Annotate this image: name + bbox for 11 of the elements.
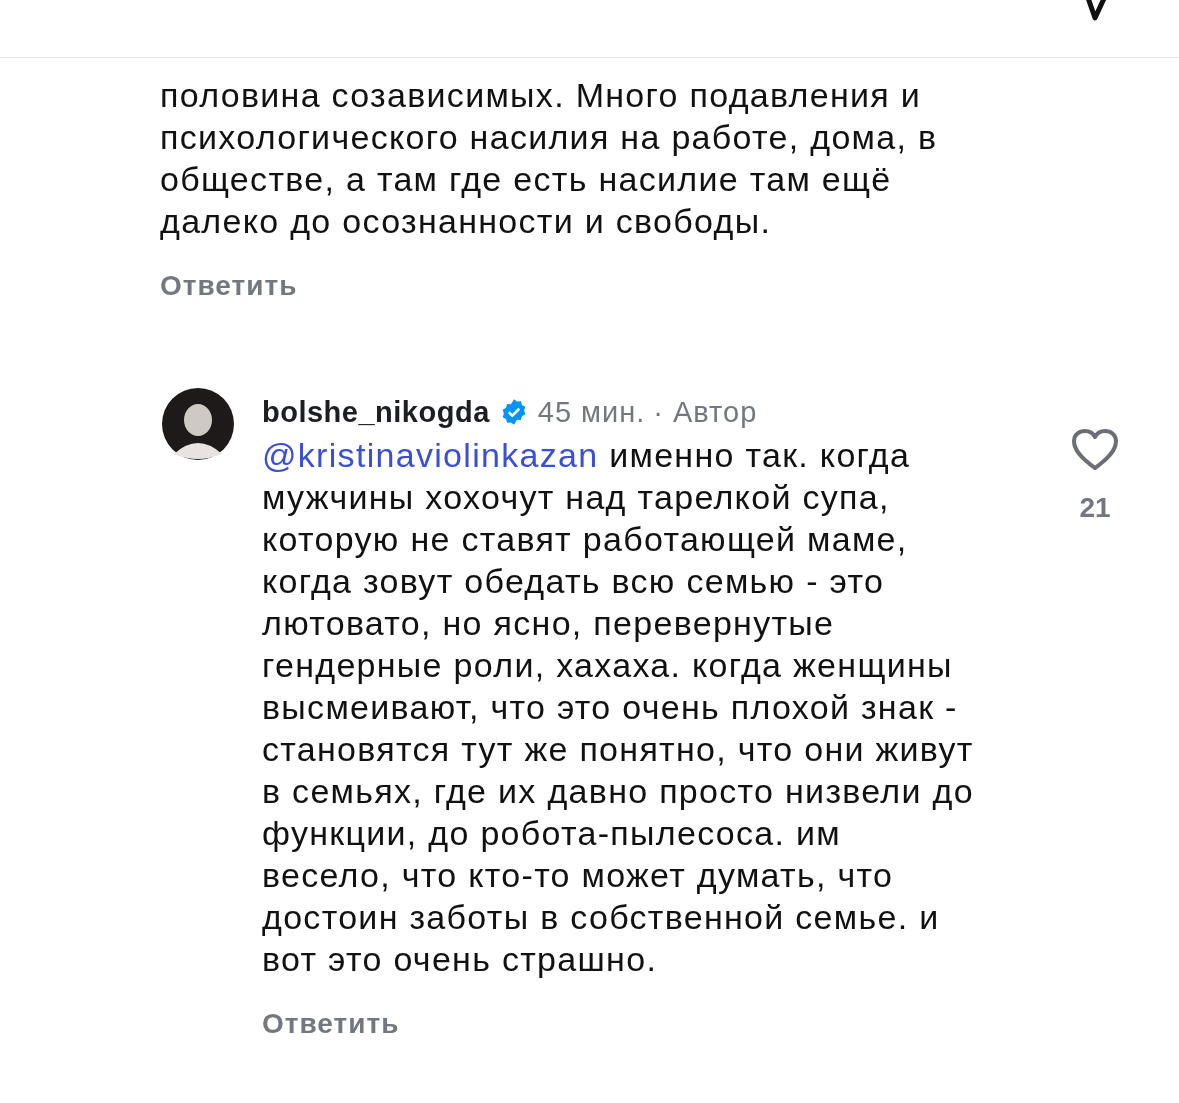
heart-icon[interactable]	[1071, 428, 1119, 472]
like-count: 21	[1079, 492, 1111, 524]
username[interactable]: bolshe_nikogda	[262, 395, 490, 429]
comment-text: @kristinaviolinkazan именно так. когда мужчины хохочут над тарелкой супа, которую не ставят работающей маме, когда зовут обедать всю семью - это лютовато, но ясно, перевернутые гендерные роли, хахаха. когда женщины высмеивают, что это очень плохой знак - становятся тут же понятно, что они живут в семьях, где их давно просто низвели до функции, до робота-пылесоса. им весело, что кто-то может думать, что достоин заботы в собственной семье. и вот это очень страшно.	[262, 435, 975, 980]
author-label: · Автор	[653, 395, 758, 429]
comment-text: половина созависимых. Много подавления и психологического насилия на работе, дома, в обществе, а там где есть насилие там ещё далеко до осознанности и свободы.	[160, 75, 939, 242]
avatar[interactable]	[162, 388, 234, 460]
reply-link[interactable]: Ответить	[160, 268, 298, 304]
comment-time: 45 мин.	[537, 395, 646, 429]
reply-link[interactable]: Ответить	[262, 1006, 400, 1042]
mention-link[interactable]: @kristinaviolinkazan	[262, 436, 599, 474]
